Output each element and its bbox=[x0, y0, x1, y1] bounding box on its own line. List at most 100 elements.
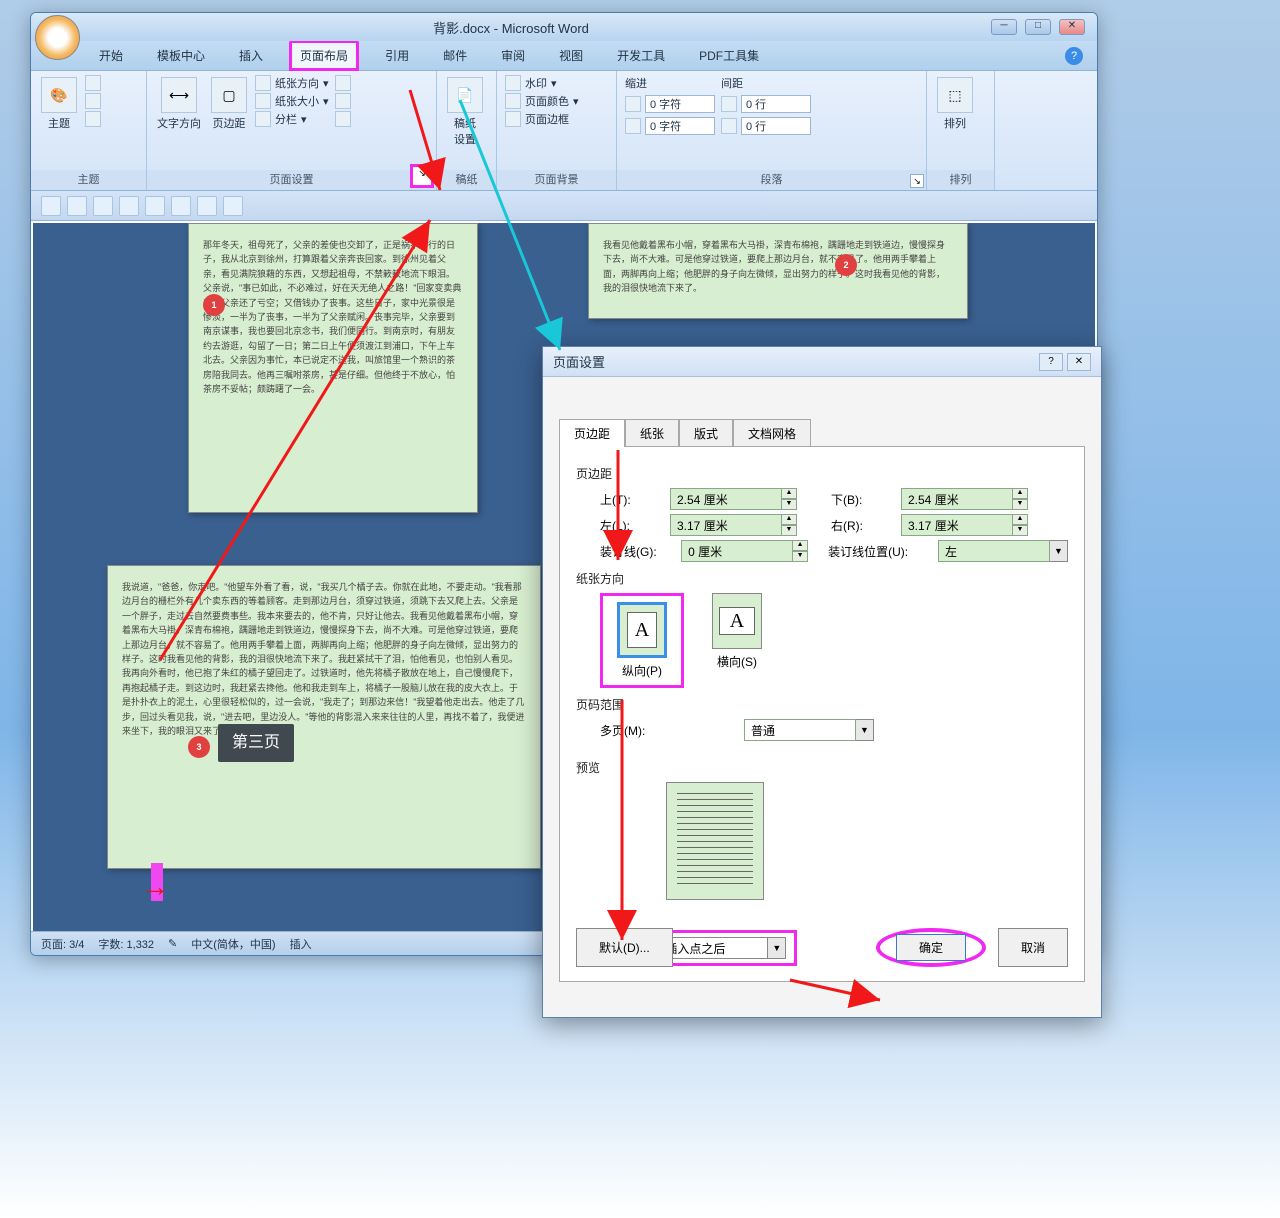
close-button[interactable]: ✕ bbox=[1059, 19, 1085, 35]
group-page-bg-label: 页面背景 bbox=[497, 170, 616, 190]
help-icon[interactable]: ? bbox=[1065, 47, 1083, 65]
dialog-tab-grid[interactable]: 文档网格 bbox=[733, 419, 811, 447]
text-direction-button[interactable]: ⟷ 文字方向 bbox=[155, 75, 203, 133]
draft-button[interactable]: 📄 稿纸 设置 bbox=[445, 75, 485, 149]
maximize-button[interactable]: □ bbox=[1025, 19, 1051, 35]
minimize-button[interactable]: ─ bbox=[991, 19, 1017, 35]
preview-thumbnail bbox=[666, 782, 764, 900]
group-draft-label: 稿纸 bbox=[437, 170, 496, 190]
dialog-help-button[interactable]: ? bbox=[1039, 353, 1063, 371]
tab-review[interactable]: 审阅 bbox=[493, 43, 533, 68]
page-setup-launcher[interactable]: ↘ bbox=[410, 164, 434, 188]
gutter-pos-select[interactable]: 左 bbox=[938, 540, 1050, 562]
qat-undo[interactable] bbox=[67, 196, 87, 216]
qat-highlight[interactable] bbox=[223, 196, 243, 216]
quick-access-toolbar bbox=[31, 191, 1097, 221]
group-page-setup-label: 页面设置 bbox=[147, 170, 436, 190]
ok-button[interactable]: 确定 bbox=[896, 934, 966, 961]
dialog-close-button[interactable]: ✕ bbox=[1067, 353, 1091, 371]
qat-redo[interactable] bbox=[93, 196, 113, 216]
group-paragraph-label: 段落 bbox=[617, 170, 926, 190]
qat-print[interactable] bbox=[171, 196, 191, 216]
tab-template[interactable]: 模板中心 bbox=[149, 43, 213, 68]
cancel-button[interactable]: 取消 bbox=[998, 928, 1068, 967]
pages-section-label: 页码范围 bbox=[576, 696, 1068, 713]
columns-icon bbox=[255, 111, 271, 127]
themes-icon: 🎨 bbox=[41, 77, 77, 113]
gutter-input[interactable]: 0 厘米 bbox=[681, 540, 793, 562]
preview-section-label: 预览 bbox=[576, 759, 1068, 776]
tab-page-layout[interactable]: 页面布局 bbox=[289, 40, 359, 71]
ribbon-tabs: 开始 模板中心 插入 页面布局 引用 邮件 审阅 视图 开发工具 PDF工具集 … bbox=[31, 41, 1097, 71]
page-borders-icon bbox=[505, 111, 521, 127]
breaks-icon[interactable] bbox=[335, 75, 351, 91]
status-page: 页面: 3/4 bbox=[41, 936, 84, 952]
multi-page-label: 多页(M): bbox=[600, 722, 670, 739]
gutter-label: 装订线(G): bbox=[600, 543, 667, 560]
dialog-tab-paper[interactable]: 纸张 bbox=[625, 419, 679, 447]
theme-effects-icon[interactable] bbox=[85, 111, 101, 127]
cursor-marker bbox=[151, 863, 163, 901]
paragraph-launcher[interactable]: ↘ bbox=[910, 174, 924, 188]
watermark-button[interactable]: 水印 ▾ bbox=[505, 75, 579, 91]
group-theme-label: 主题 bbox=[31, 170, 146, 190]
tab-reference[interactable]: 引用 bbox=[377, 43, 417, 68]
annotation-badge-2: 2 bbox=[835, 254, 857, 276]
qat-save[interactable] bbox=[41, 196, 61, 216]
space-before-input[interactable]: 0 行 bbox=[741, 95, 811, 113]
dialog-title: 页面设置 bbox=[553, 352, 1035, 371]
page-color-button[interactable]: 页面颜色 ▾ bbox=[505, 93, 579, 109]
margin-right-label: 右(R): bbox=[831, 517, 887, 534]
tab-pdf[interactable]: PDF工具集 bbox=[691, 43, 767, 68]
office-button[interactable] bbox=[35, 15, 80, 60]
group-arrange-label: 排列 bbox=[927, 170, 994, 190]
qat-open[interactable] bbox=[145, 196, 165, 216]
page-setup-dialog: 页面设置 ? ✕ 页边距 纸张 版式 文档网格 页边距 上(T): 2.54 厘… bbox=[542, 346, 1102, 1018]
tab-start[interactable]: 开始 bbox=[91, 43, 131, 68]
orientation-portrait[interactable]: A 纵向(P) bbox=[609, 602, 675, 679]
window-title: 背影.docx - Microsoft Word bbox=[31, 18, 991, 37]
space-after-input[interactable]: 0 行 bbox=[741, 117, 811, 135]
line-numbers-icon[interactable] bbox=[335, 93, 351, 109]
qat-new[interactable] bbox=[119, 196, 139, 216]
margin-right-input[interactable]: 3.17 厘米 bbox=[901, 514, 1013, 536]
margin-bottom-input[interactable]: 2.54 厘米 bbox=[901, 488, 1013, 510]
dialog-tab-margins[interactable]: 页边距 bbox=[559, 419, 625, 447]
tab-developer[interactable]: 开发工具 bbox=[609, 43, 673, 68]
orientation-button[interactable]: 纸张方向 ▾ bbox=[255, 75, 329, 91]
text-direction-icon: ⟷ bbox=[161, 77, 197, 113]
page-borders-button[interactable]: 页面边框 bbox=[505, 111, 579, 127]
theme-fonts-icon[interactable] bbox=[85, 93, 101, 109]
indent-left-icon bbox=[625, 96, 641, 112]
tab-view[interactable]: 视图 bbox=[551, 43, 591, 68]
status-mode: 插入 bbox=[290, 936, 312, 952]
document-page-1: 那年冬天，祖母死了，父亲的差使也交卸了，正是祸不单行的日子，我从北京到徐州，打算… bbox=[188, 223, 478, 513]
margin-top-input[interactable]: 2.54 厘米 bbox=[670, 488, 782, 510]
arrange-icon: ⬚ bbox=[937, 77, 973, 113]
orientation-landscape[interactable]: A 横向(S) bbox=[704, 593, 770, 688]
qat-preview[interactable] bbox=[197, 196, 217, 216]
titlebar: 背影.docx - Microsoft Word ─ □ ✕ bbox=[31, 13, 1097, 41]
margins-button[interactable]: ▢ 页边距 bbox=[209, 75, 249, 133]
page-size-button[interactable]: 纸张大小 ▾ bbox=[255, 93, 329, 109]
indent-left-input[interactable]: 0 字符 bbox=[645, 95, 715, 113]
tab-insert[interactable]: 插入 bbox=[231, 43, 271, 68]
margin-left-input[interactable]: 3.17 厘米 bbox=[670, 514, 782, 536]
page-size-icon bbox=[255, 93, 271, 109]
hyphenation-icon[interactable] bbox=[335, 111, 351, 127]
columns-button[interactable]: 分栏 ▾ bbox=[255, 111, 329, 127]
margin-bottom-label: 下(B): bbox=[831, 491, 887, 508]
page-color-icon bbox=[505, 93, 521, 109]
document-page-2: 我看见他戴着黑布小帽，穿着黑布大马褂，深青布棉袍，蹒跚地走到铁道边，慢慢探身下去… bbox=[588, 223, 968, 319]
arrange-button[interactable]: ⬚ 排列 bbox=[935, 75, 975, 133]
default-button[interactable]: 默认(D)... bbox=[576, 928, 673, 967]
multi-page-select[interactable]: 普通 bbox=[744, 719, 856, 741]
indent-right-input[interactable]: 0 字符 bbox=[645, 117, 715, 135]
themes-button[interactable]: 🎨 主题 bbox=[39, 75, 79, 133]
tab-mail[interactable]: 邮件 bbox=[435, 43, 475, 68]
space-before-icon bbox=[721, 96, 737, 112]
theme-colors-icon[interactable] bbox=[85, 75, 101, 91]
orientation-section-label: 纸张方向 bbox=[576, 570, 1068, 587]
annotation-badge-3: 3 bbox=[188, 736, 210, 758]
dialog-tab-layout[interactable]: 版式 bbox=[679, 419, 733, 447]
